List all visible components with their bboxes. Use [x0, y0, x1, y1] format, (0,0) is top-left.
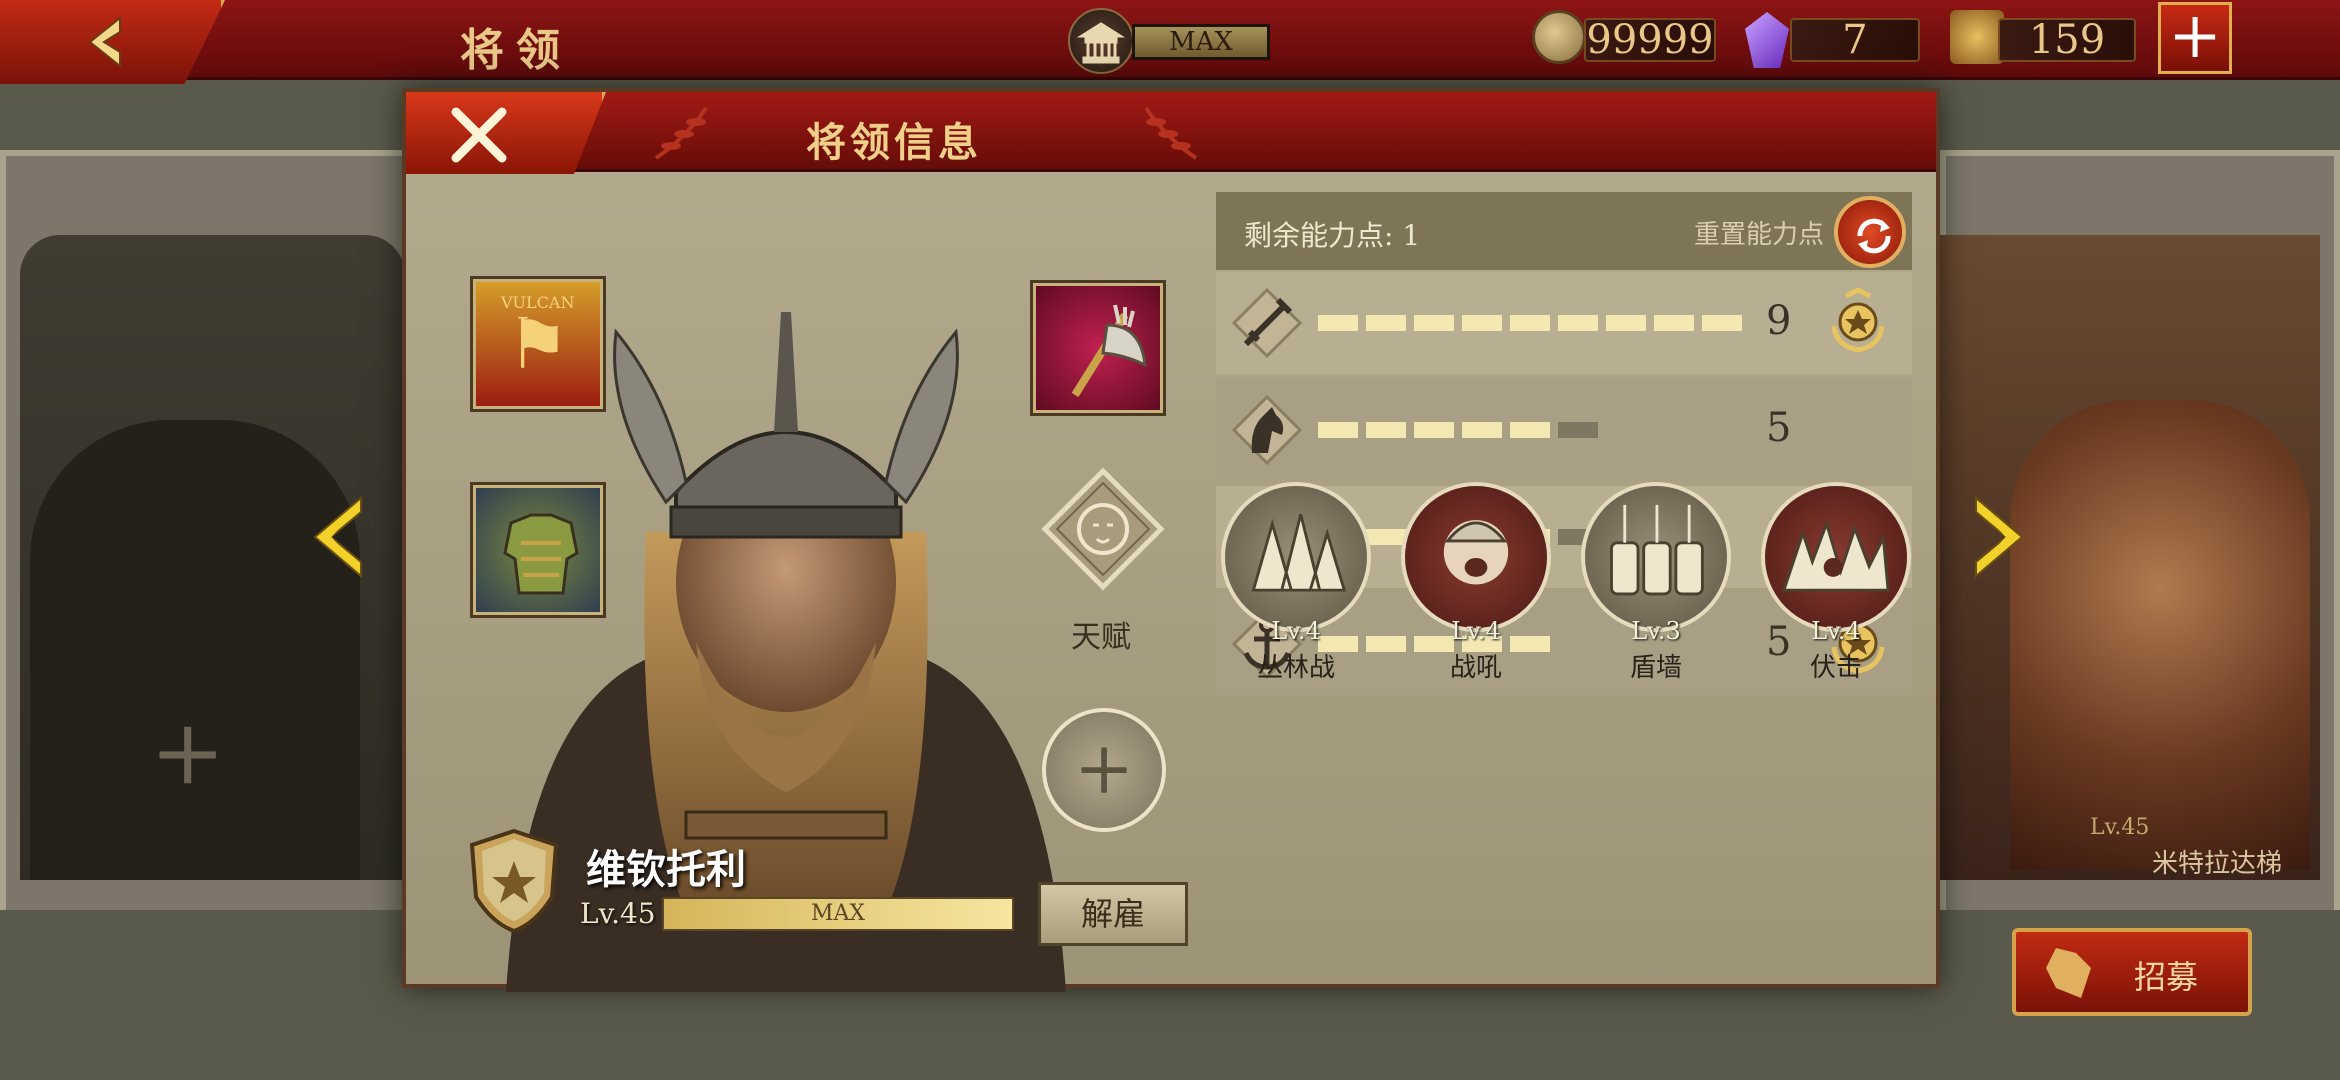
dismiss-button[interactable]: 解雇	[1038, 882, 1188, 946]
skill-level: Lv.3	[1631, 617, 1681, 645]
skill-name: 丛林战	[1256, 653, 1335, 683]
stat-bar-segment	[1606, 315, 1646, 331]
building-level-bar: MAX	[1132, 24, 1270, 60]
reset-points-label: 重置能力点	[1694, 220, 1825, 250]
laurel-right-icon	[1144, 106, 1198, 160]
skill-name: 盾墙	[1629, 653, 1682, 683]
coin-icon	[1532, 10, 1586, 64]
next-hero-arrow-icon[interactable]	[1968, 492, 2032, 582]
close-icon	[451, 107, 507, 163]
honor-count: 159	[1998, 18, 2136, 62]
stat-bar-segment	[1510, 315, 1550, 331]
building-icon[interactable]	[1068, 8, 1134, 74]
refresh-icon	[1857, 218, 1891, 254]
previous-hero-arrow-icon[interactable]	[305, 492, 369, 582]
forest-icon	[1251, 514, 1347, 592]
reset-points-button[interactable]	[1834, 196, 1906, 268]
talent-label: 天赋	[1071, 620, 1131, 655]
stat-bar-segment	[1558, 422, 1598, 438]
empty-hero-silhouette	[30, 420, 360, 880]
stat-bar-segment	[1462, 422, 1502, 438]
stat-value: 9	[1766, 298, 1792, 344]
experience-label: MAX	[810, 901, 866, 926]
shieldwall-icon	[1610, 504, 1704, 596]
hero-level: Lv.45	[580, 897, 656, 930]
stat-bar-segment	[1702, 315, 1742, 331]
stat-bar-segment	[1510, 422, 1550, 438]
honor-icon	[1950, 10, 2004, 64]
empty-slot-plus-icon[interactable]: +	[150, 700, 225, 805]
stat-row[interactable]: 9	[1216, 272, 1912, 374]
gem-count: 7	[1790, 18, 1920, 62]
warcry-icon	[1443, 520, 1509, 585]
stat-bar-segment	[1366, 529, 1406, 545]
recruit-icon	[2046, 948, 2091, 998]
laurel-left-icon	[654, 106, 708, 160]
banner-text: VULCAN	[501, 293, 575, 312]
stat-bar-segment	[1654, 315, 1694, 331]
dialog-title: 将领信息	[806, 119, 982, 166]
sword-icon	[1232, 288, 1302, 358]
talent-lion-icon[interactable]	[1041, 467, 1165, 591]
stat-row[interactable]: 5	[1216, 379, 1912, 481]
ambush-icon	[1781, 519, 1890, 592]
back-arrow-icon	[88, 15, 121, 69]
axe-icon	[1071, 304, 1147, 398]
stat-bar-segment	[1366, 636, 1406, 652]
banner-slot[interactable]: ⚑ VULCAN	[470, 276, 606, 412]
armor-icon	[503, 513, 579, 595]
stat-bar-segment	[1366, 422, 1406, 438]
add-skill-button[interactable]: +	[1042, 708, 1166, 832]
right-hero-portrait[interactable]	[2010, 400, 2310, 870]
close-button[interactable]	[406, 92, 606, 174]
stat-value: 5	[1766, 405, 1792, 451]
skill-level: Lv.4	[1811, 617, 1861, 645]
stat-bar-segment	[1318, 315, 1358, 331]
stat-bar-segment	[1462, 315, 1502, 331]
rank-shield-icon	[469, 828, 559, 934]
right-hero-level: Lv.45	[2090, 815, 2150, 840]
remaining-points-label: 剩余能力点: 1	[1244, 219, 1421, 252]
add-skill-plus-icon: +	[1073, 726, 1135, 810]
stat-bar-segment	[1414, 422, 1454, 438]
stat-bar-segment	[1318, 422, 1358, 438]
dialog-header: 将领信息	[406, 92, 1936, 172]
right-hero-name: 米特拉达梯	[2152, 849, 2283, 879]
stat-bar-segment	[1366, 315, 1406, 331]
recruit-label: 招募	[2134, 958, 2199, 996]
skill-button[interactable]	[1221, 482, 1371, 632]
skill-name: 伏击	[1809, 653, 1862, 683]
hero-info-dialog: 将领信息 ⚑ VULCAN 天赋 + 维钦托利 Lv.45 MAX 解雇 剩余能…	[402, 88, 1940, 992]
ability-points-bar: 剩余能力点: 1 重置能力点	[1216, 192, 1912, 270]
skill-button[interactable]	[1761, 482, 1911, 632]
add-resource-button[interactable]: +	[2158, 2, 2232, 74]
star-laurel-badge-icon	[1831, 287, 1885, 353]
skill-level: Lv.4	[1451, 617, 1501, 645]
hero-name: 维钦托利	[586, 846, 746, 893]
stat-bar-segment	[1414, 315, 1454, 331]
weapon-slot[interactable]	[1030, 280, 1166, 416]
recruit-button[interactable]: 招募	[2012, 928, 2252, 1016]
stat-bar-segment	[1558, 315, 1598, 331]
coin-count: 99999	[1584, 18, 1716, 62]
skill-name: 战吼	[1449, 653, 1502, 683]
skill-level: Lv.4	[1271, 617, 1321, 645]
skill-button[interactable]	[1401, 482, 1551, 632]
armor-slot[interactable]	[470, 482, 606, 618]
page-title: 将领	[460, 25, 572, 76]
skill-button[interactable]	[1581, 482, 1731, 632]
horse-icon	[1232, 395, 1302, 465]
experience-bar: MAX	[662, 897, 1014, 931]
